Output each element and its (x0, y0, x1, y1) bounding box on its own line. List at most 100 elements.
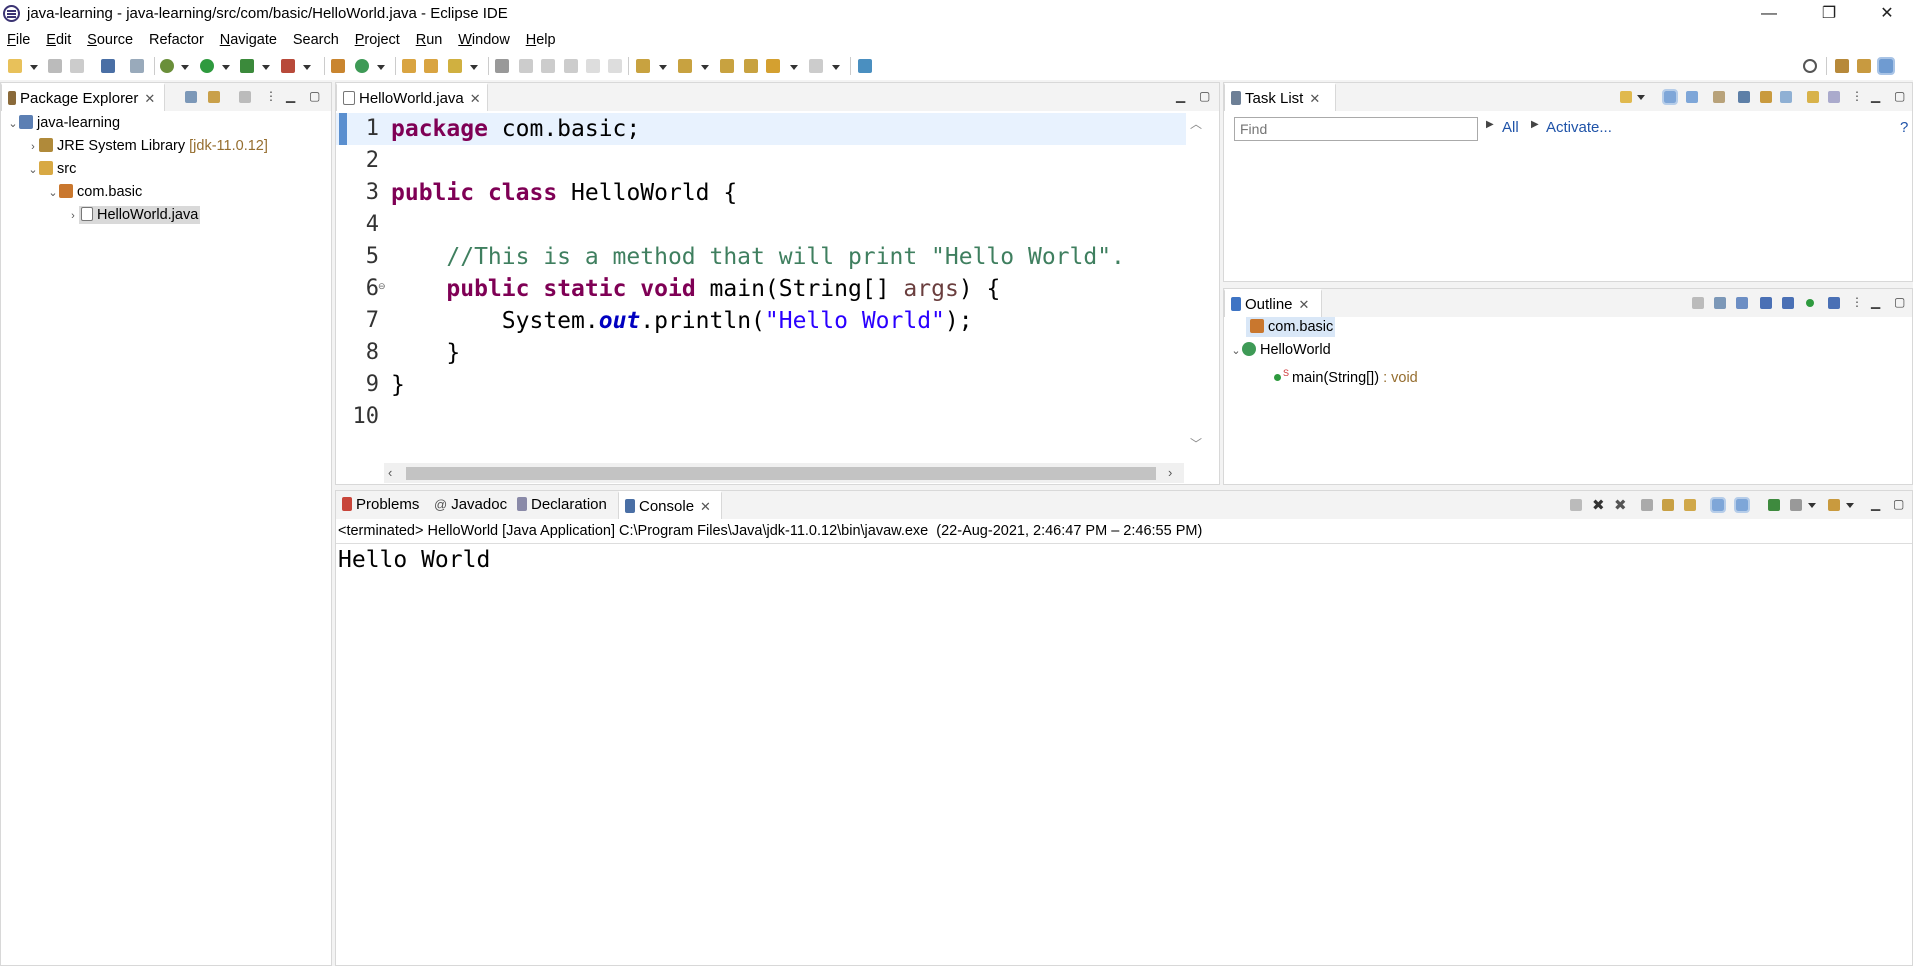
debug-dropdown-icon[interactable] (181, 65, 189, 70)
horizontal-scrollbar[interactable]: ‹ › (384, 463, 1184, 483)
next-annotation-dropdown-icon[interactable] (659, 65, 667, 70)
search-toolbar-icon[interactable] (448, 59, 462, 73)
word-wrap-icon[interactable] (541, 59, 555, 73)
java-perspective-icon[interactable] (1877, 57, 1895, 75)
menu-help[interactable]: Help (521, 28, 561, 52)
view-menu-icon[interactable]: ⋮ (265, 89, 277, 103)
minimize-view-icon[interactable]: ▁ (1176, 89, 1185, 103)
new-java-class-icon[interactable] (355, 59, 369, 73)
menu-edit[interactable]: Edit (41, 28, 76, 52)
tab-console[interactable]: Console ✕ (618, 491, 722, 519)
open-perspective-icon[interactable] (1835, 59, 1849, 73)
view-menu-icon[interactable]: ⋮ (1851, 295, 1863, 309)
terminate-icon[interactable] (1570, 499, 1582, 511)
display-console-dropdown-icon[interactable] (1808, 503, 1816, 508)
open-console-icon[interactable] (1828, 499, 1840, 511)
remove-launch-icon[interactable]: ✖ (1592, 496, 1605, 514)
toggle-block-selection-icon[interactable] (519, 59, 533, 73)
sort-icon[interactable] (1736, 297, 1748, 309)
activate-link[interactable]: Activate... (1546, 119, 1612, 136)
tab-declaration[interactable]: Declaration (511, 491, 613, 519)
chevron-right-icon[interactable]: › (27, 137, 39, 157)
clear-console-icon[interactable] (1641, 499, 1653, 511)
collapse-all-icon[interactable] (1714, 297, 1726, 309)
close-button[interactable]: ✕ (1864, 0, 1910, 28)
all-link[interactable]: All (1502, 119, 1519, 136)
tab-task-list[interactable]: Task List ✕ (1224, 83, 1336, 111)
back-dropdown-icon[interactable] (790, 65, 798, 70)
tree-item-jre[interactable]: › JRE System Library [jdk-11.0.12] (27, 136, 268, 156)
chevron-down-icon[interactable]: ⌄ (47, 183, 59, 203)
close-icon[interactable]: ✕ (1299, 297, 1310, 312)
menu-project[interactable]: Project (350, 28, 405, 52)
maximize-view-icon[interactable]: ▢ (1894, 295, 1905, 309)
categorized-icon[interactable] (1662, 89, 1678, 105)
close-icon[interactable]: ✕ (144, 91, 155, 106)
next-annotation-icon[interactable] (636, 59, 650, 73)
close-icon[interactable]: ✕ (470, 91, 481, 106)
hide-static-icon[interactable] (1782, 297, 1794, 309)
toggle-mark-occurrences-icon[interactable] (495, 59, 509, 73)
tree-item-package[interactable]: ⌄ com.basic (47, 182, 142, 202)
new-icon[interactable] (8, 59, 22, 73)
new-java-package-icon[interactable] (331, 59, 345, 73)
pin-editor-icon[interactable] (858, 59, 872, 73)
toggle-ant-edit-icon[interactable] (586, 59, 600, 73)
maximize-view-icon[interactable]: ▢ (309, 89, 320, 103)
collapse-all-icon[interactable] (185, 91, 197, 103)
new-task-icon[interactable] (1620, 91, 1632, 103)
show-on-stderr-icon[interactable] (1734, 497, 1750, 513)
presentation-icon[interactable] (1828, 91, 1840, 103)
menu-run[interactable]: Run (411, 28, 448, 52)
hide-non-public-icon[interactable] (1806, 299, 1814, 307)
outline-item-class[interactable]: ⌄ HelloWorld (1230, 340, 1331, 360)
save-all-icon[interactable] (70, 59, 84, 73)
scroll-right-icon[interactable]: › (1168, 465, 1172, 480)
tree-item-project[interactable]: ⌄ java-learning (7, 113, 120, 133)
tree-item-src[interactable]: ⌄ src (27, 159, 76, 179)
minimize-view-icon[interactable]: ▁ (1871, 295, 1880, 309)
show-whitespace-icon[interactable] (564, 59, 578, 73)
open-console-dropdown-icon[interactable] (1846, 503, 1854, 508)
chevron-down-icon[interactable]: ⌄ (27, 160, 39, 180)
scroll-left-icon[interactable]: ‹ (388, 465, 392, 480)
back-icon[interactable] (744, 59, 758, 73)
back-history-icon[interactable] (766, 59, 780, 73)
minimize-view-icon[interactable]: ▁ (1871, 89, 1880, 103)
link-with-editor-icon[interactable] (208, 91, 220, 103)
external-tools-dropdown-icon[interactable] (303, 65, 311, 70)
task-find-input[interactable] (1234, 117, 1478, 141)
scroll-lock-icon[interactable] (1662, 499, 1674, 511)
forward-dropdown-icon[interactable] (832, 65, 840, 70)
save-icon[interactable] (48, 59, 62, 73)
minimize-view-icon[interactable]: ▁ (286, 89, 295, 103)
collapse-tasks-icon[interactable] (1760, 91, 1772, 103)
run-icon[interactable] (200, 59, 214, 73)
external-tools-icon[interactable] (281, 59, 295, 73)
tab-helloworld-java[interactable]: HelloWorld.java ✕ (336, 83, 488, 111)
tab-javadoc[interactable]: @ Javadoc (428, 491, 513, 519)
scroll-up-icon[interactable]: ︿ (1190, 115, 1202, 132)
filter-icon[interactable] (239, 91, 251, 103)
maximize-button[interactable]: ❐ (1806, 0, 1852, 28)
search-dropdown-icon[interactable] (470, 65, 478, 70)
horizontal-scroll-thumb[interactable] (406, 467, 1156, 480)
view-menu-icon[interactable]: ⋮ (1851, 89, 1863, 103)
java-ee-perspective-icon[interactable] (1857, 59, 1871, 73)
coverage-icon[interactable] (240, 59, 254, 73)
search-icon[interactable] (1803, 59, 1817, 73)
open-task-icon[interactable] (424, 59, 438, 73)
menu-file[interactable]: File (2, 28, 35, 52)
open-type-icon[interactable] (402, 59, 416, 73)
outline-item-package[interactable]: com.basic (1246, 317, 1336, 337)
terminal-icon[interactable] (101, 59, 115, 73)
expand-tasks-icon[interactable] (1780, 91, 1792, 103)
last-edit-location-icon[interactable] (720, 59, 734, 73)
tab-package-explorer[interactable]: Package Explorer ✕ (1, 83, 165, 111)
debug-icon[interactable] (160, 59, 174, 73)
run-dropdown-icon[interactable] (222, 65, 230, 70)
menu-window[interactable]: Window (453, 28, 515, 52)
vertical-scrollbar[interactable]: ︿ ﹀ (1186, 113, 1206, 453)
new-java-class-dropdown-icon[interactable] (377, 65, 385, 70)
previous-annotation-icon[interactable] (678, 59, 692, 73)
